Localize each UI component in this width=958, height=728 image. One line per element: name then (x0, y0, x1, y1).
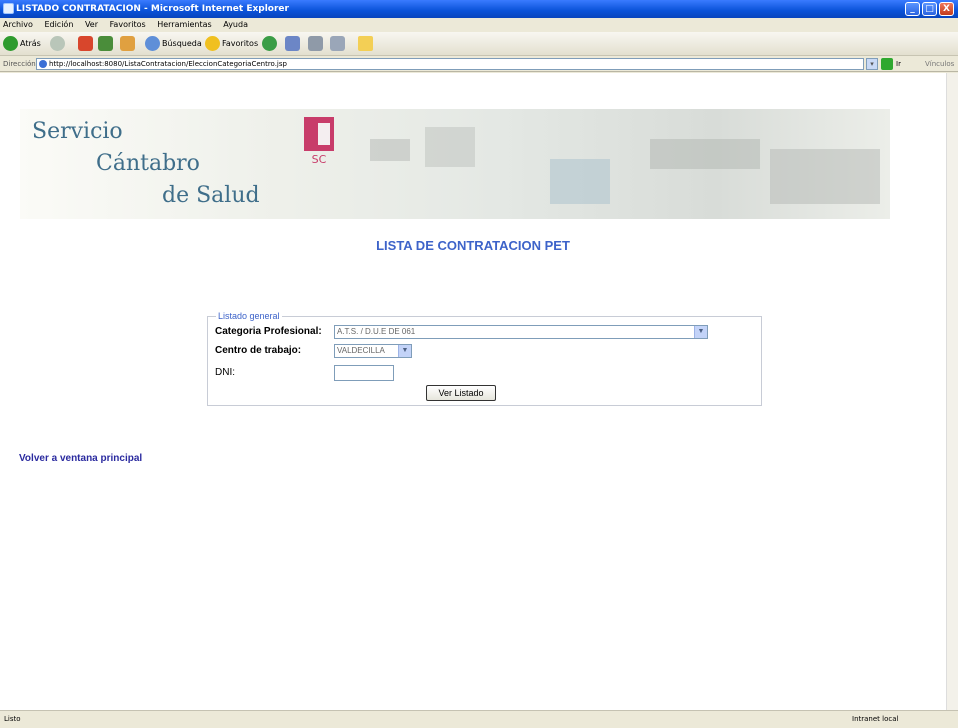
edit-icon (330, 36, 345, 51)
print-button[interactable] (308, 36, 325, 52)
address-bar: Dirección http://localhost:8080/ListaCon… (0, 56, 958, 72)
page-content: Servicio Cántabro de Salud SC LISTA DE C… (0, 73, 946, 710)
volver-link[interactable]: Volver a ventana principal (19, 453, 142, 464)
mail-icon (285, 36, 300, 51)
folder-button[interactable] (358, 36, 375, 52)
centro-select[interactable]: VALDECILLA ▼ (334, 344, 412, 358)
mail-button[interactable] (285, 36, 302, 52)
building-image (370, 139, 410, 161)
menu-ayuda[interactable]: Ayuda (223, 20, 248, 29)
vertical-scrollbar[interactable] (946, 73, 958, 710)
go-button[interactable]: Ir (896, 56, 901, 72)
building-image (425, 127, 475, 167)
minimize-button[interactable]: _ (905, 2, 920, 16)
go-arrow-icon[interactable] (881, 58, 893, 70)
page-icon (39, 60, 47, 68)
stop-icon (78, 36, 93, 51)
print-icon (308, 36, 323, 51)
search-button[interactable]: Búsqueda (145, 36, 202, 52)
dni-label: DNI: (215, 367, 235, 378)
forward-button[interactable] (50, 36, 67, 52)
links-label[interactable]: Vínculos (925, 56, 954, 72)
browser-toolbar: Atrás Búsqueda Favoritos (0, 32, 958, 56)
stop-button[interactable] (78, 36, 95, 52)
menu-bar: Archivo Edición Ver Favoritos Herramient… (0, 18, 958, 32)
header-banner: Servicio Cántabro de Salud SC (20, 109, 890, 219)
star-icon (205, 36, 220, 51)
refresh-icon (98, 36, 113, 51)
building-image (550, 159, 610, 204)
edit-button[interactable] (330, 36, 347, 52)
address-label: Dirección (3, 60, 36, 68)
close-button[interactable]: X (939, 2, 954, 16)
favorites-button[interactable]: Favoritos (205, 36, 258, 52)
centro-value: VALDECILLA (337, 346, 385, 355)
menu-archivo[interactable]: Archivo (3, 20, 33, 29)
status-bar: Listo Intranet local (0, 710, 958, 727)
categoria-value: A.T.S. / D.U.E DE 061 (337, 327, 416, 336)
logo-line-servicio: Servicio (32, 119, 123, 144)
building-image (650, 139, 760, 169)
logo-line-cantabro: Cántabro (96, 151, 200, 176)
page-title: LISTA DE CONTRATACION PET (376, 238, 570, 253)
menu-edicion[interactable]: Edición (44, 20, 73, 29)
logo-line-de-salud: de Salud (162, 183, 260, 208)
menu-ver[interactable]: Ver (85, 20, 98, 29)
search-icon (145, 36, 160, 51)
address-dropdown-button[interactable]: ▾ (866, 58, 878, 70)
centro-label: Centro de trabajo: (215, 345, 302, 356)
folder-icon (358, 36, 373, 51)
menu-herramientas[interactable]: Herramientas (157, 20, 212, 29)
menu-favoritos[interactable]: Favoritos (110, 20, 146, 29)
home-button[interactable] (120, 36, 137, 52)
building-image (770, 149, 880, 204)
forward-arrow-icon (50, 36, 65, 51)
zone-text: Intranet local (852, 715, 899, 723)
categoria-select[interactable]: A.T.S. / D.U.E DE 061 ▼ (334, 325, 708, 339)
categoria-label: Categoria Profesional: (215, 326, 322, 337)
back-arrow-icon (3, 36, 18, 51)
chevron-down-icon[interactable]: ▼ (694, 326, 707, 338)
history-icon (262, 36, 277, 51)
scs-logo: SC (304, 117, 340, 169)
refresh-button[interactable] (98, 36, 115, 52)
window-titlebar: LISTADO CONTRATACION - Microsoft Interne… (0, 0, 958, 18)
ie-icon (3, 3, 14, 14)
address-url: http://localhost:8080/ListaContratacion/… (49, 60, 287, 68)
scs-logo-text: SC (311, 153, 327, 166)
window-title: LISTADO CONTRATACION - Microsoft Interne… (16, 4, 289, 14)
chevron-down-icon[interactable]: ▼ (398, 345, 411, 357)
ver-listado-button[interactable]: Ver Listado (426, 385, 496, 401)
maximize-button[interactable]: □ (922, 2, 937, 16)
history-button[interactable] (262, 36, 279, 52)
home-icon (120, 36, 135, 51)
back-button[interactable]: Atrás (3, 36, 41, 52)
status-text: Listo (4, 715, 21, 723)
dni-input[interactable] (334, 365, 394, 381)
address-input[interactable]: http://localhost:8080/ListaContratacion/… (36, 58, 864, 70)
listado-legend: Listado general (218, 311, 280, 321)
